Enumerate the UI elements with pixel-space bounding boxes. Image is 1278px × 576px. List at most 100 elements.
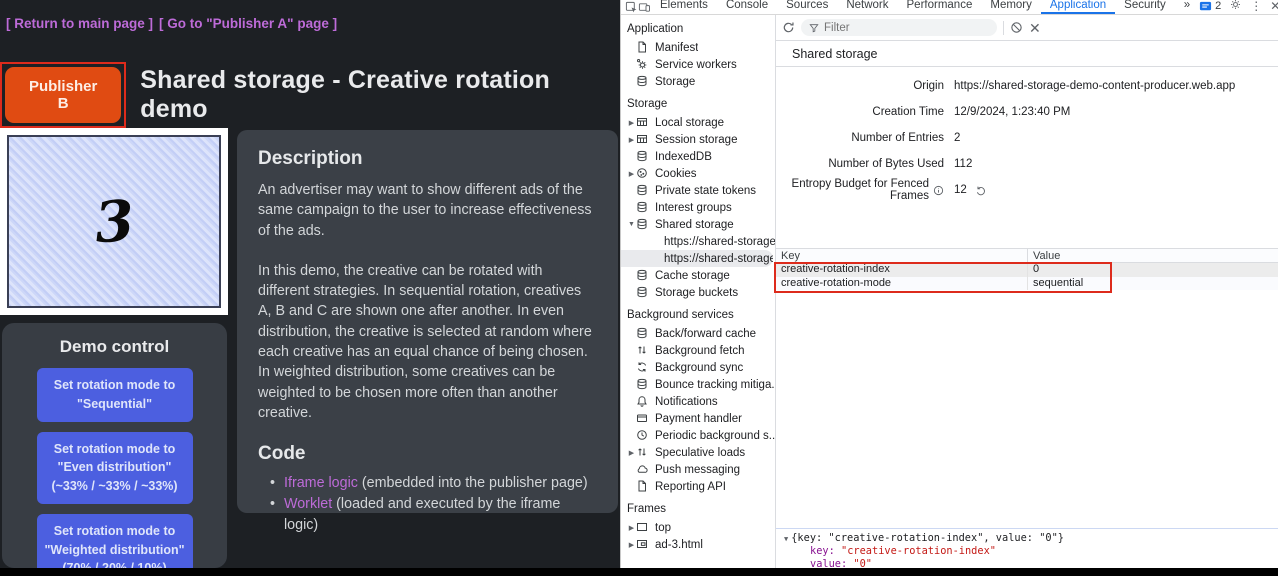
table-icon <box>636 133 649 146</box>
sidebar-item-bounce-tracking-mitiga[interactable]: Bounce tracking mitiga... <box>621 376 775 393</box>
meta-value: 12/9/2024, 1:23:40 PM <box>954 106 1070 118</box>
table-row-creative-rotation-index[interactable]: creative-rotation-index0 <box>776 263 1278 277</box>
sidebar-item-speculative-loads[interactable]: ▶Speculative loads <box>621 444 775 461</box>
refresh-icon[interactable] <box>782 21 795 34</box>
sidebar-item-notifications[interactable]: Notifications <box>621 393 775 410</box>
meta-value: 112 <box>954 158 972 170</box>
sidebar-item-service-workers[interactable]: Service workers <box>621 56 775 73</box>
triangle-down-icon[interactable]: ▼ <box>784 535 788 543</box>
sidebar-item-https-shared-storage-d[interactable]: https://shared-storage-d... <box>621 250 773 267</box>
gear-icon <box>636 58 649 71</box>
filter-input[interactable] <box>824 22 989 34</box>
meta-value: https://shared-storage-demo-content-prod… <box>954 80 1235 92</box>
sidebar-item-cache-storage[interactable]: Cache storage <box>621 267 775 284</box>
close-devtools-icon[interactable]: ✕ <box>1270 0 1278 13</box>
sidebar-item-back-forward-cache[interactable]: Back/forward cache <box>621 325 775 342</box>
demo-control-title: Demo control <box>2 337 227 357</box>
sidebar-item-label: Shared storage <box>655 219 734 231</box>
tab-sources[interactable]: Sources <box>777 0 837 14</box>
sidebar-item-ad-3-html[interactable]: ▶ ad-3.html <box>621 536 775 553</box>
sidebar-section-background-services: Background services <box>621 301 775 325</box>
kebab-menu-icon[interactable]: ⋮ <box>1250 0 1262 13</box>
sidebar-item-interest-groups[interactable]: Interest groups <box>621 199 775 216</box>
tab-application[interactable]: Application <box>1041 0 1115 14</box>
sidebar-item-reporting-api[interactable]: Reporting API <box>621 478 775 495</box>
sidebar-section-storage: Storage <box>621 90 775 114</box>
publisher-demo-page: [ Return to main page ] [ Go to "Publishe… <box>0 0 620 576</box>
chevron-right-icon[interactable]: ▶ <box>627 170 636 178</box>
preview-summary-line[interactable]: ▼{key: "creative-rotation-index", value:… <box>784 532 1278 545</box>
tab-console[interactable]: Console <box>717 0 777 14</box>
sidebar-item-shared-storage[interactable]: ▼ Shared storage <box>621 216 775 233</box>
sidebar-item-indexeddb[interactable]: IndexedDB <box>621 148 775 165</box>
sidebar-item-cookies[interactable]: ▶Cookies <box>621 165 775 182</box>
tab-performance[interactable]: Performance <box>898 0 982 14</box>
description-paragraph-2: In this demo, the creative can be rotate… <box>258 261 597 423</box>
delete-selected-icon[interactable]: ✕ <box>1029 21 1041 35</box>
tab-security[interactable]: Security <box>1115 0 1175 14</box>
device-toolbar-icon[interactable] <box>638 0 651 14</box>
tab-elements[interactable]: Elements <box>651 0 717 14</box>
column-header-value[interactable]: Value <box>1028 249 1278 262</box>
cell-key: creative-rotation-mode <box>776 277 1028 291</box>
sidebar-item-push-messaging[interactable]: Push messaging <box>621 461 775 478</box>
chevron-right-icon[interactable]: ▶ <box>627 136 636 144</box>
info-icon[interactable] <box>933 185 944 196</box>
sidebar-item-background-fetch[interactable]: Background fetch <box>621 342 775 359</box>
preview-summary: {key: "creative-rotation-index", value: … <box>791 532 1064 544</box>
console-messages-badge[interactable]: 2 <box>1199 0 1221 13</box>
tab-memory[interactable]: Memory <box>981 0 1041 14</box>
sidebar-item-label: Background fetch <box>655 345 745 357</box>
meta-label: Number of Bytes Used <box>776 158 944 170</box>
chevron-down-icon[interactable]: ▼ <box>627 221 636 228</box>
code-link-worklet[interactable]: Worklet <box>284 496 332 512</box>
sync-icon <box>636 361 649 374</box>
db-icon <box>636 184 649 197</box>
preview-prop-key: key: "creative-rotation-index" <box>784 545 1278 557</box>
code-bullet-worklet: Worklet (loaded and executed by the ifra… <box>284 494 597 535</box>
sidebar-item-label: Storage buckets <box>655 287 738 299</box>
chevron-right-icon[interactable]: ▶ <box>627 119 636 127</box>
sidebar-item-background-sync[interactable]: Background sync <box>621 359 775 376</box>
sidebar-section-application: Application <box>621 21 775 39</box>
message-icon <box>1199 0 1212 13</box>
sidebar-item-session-storage[interactable]: ▶Session storage <box>621 131 775 148</box>
set-rotation-mode-button-3[interactable]: Set rotation mode to "Weighted distribut… <box>37 514 193 576</box>
filter-box[interactable] <box>801 19 997 36</box>
sidebar-item-label: Background sync <box>655 362 743 374</box>
publisher-annotation-box: Publisher B <box>0 62 126 128</box>
chevron-right-icon[interactable]: ▶ <box>627 449 636 457</box>
sidebar-item-top[interactable]: ▶top <box>621 519 775 536</box>
metadata-section: Originhttps://shared-storage-demo-conten… <box>776 67 1278 248</box>
inspect-element-icon[interactable] <box>625 0 638 14</box>
sidebar-item-payment-handler[interactable]: Payment handler <box>621 410 775 427</box>
reset-budget-icon[interactable] <box>975 185 986 196</box>
table-rows: creative-rotation-index0creative-rotatio… <box>776 263 1278 290</box>
code-link-iframe-logic[interactable]: Iframe logic <box>284 475 358 491</box>
block-clear-icon[interactable] <box>1010 21 1023 34</box>
sidebar-item-label: Manifest <box>655 42 698 54</box>
creative-ad-frame: 3 <box>0 128 228 315</box>
settings-gear-icon[interactable] <box>1229 0 1242 14</box>
sidebar-item-label: ad-3.html <box>655 539 703 551</box>
sidebar-item-https-shared-storage-d[interactable]: https://shared-storage-d... <box>621 233 775 250</box>
chevron-right-icon[interactable]: ▶ <box>627 524 636 532</box>
prop-name: key: <box>810 545 841 557</box>
table-row-creative-rotation-mode[interactable]: creative-rotation-modesequential <box>776 277 1278 291</box>
sidebar-item-private-state-tokens[interactable]: Private state tokens <box>621 182 775 199</box>
tab-network[interactable]: Network <box>837 0 897 14</box>
chevron-right-icon[interactable]: ▶ <box>627 541 636 549</box>
set-rotation-mode-button-1[interactable]: Set rotation mode to "Sequential" <box>37 368 193 422</box>
publisher-b-button[interactable]: Publisher B <box>5 67 121 123</box>
more-tabs-button[interactable]: » <box>1175 0 1199 14</box>
sidebar-item-periodic-background-s[interactable]: Periodic background s... <box>621 427 775 444</box>
set-rotation-mode-button-2[interactable]: Set rotation mode to "Even distribution"… <box>37 432 193 504</box>
column-header-key[interactable]: Key <box>776 249 1028 262</box>
nav-link-go-to-publisher-a-page[interactable]: [ Go to "Publisher A" page ] <box>159 16 337 31</box>
sidebar-item-storage[interactable]: Storage <box>621 73 775 90</box>
sidebar-item-manifest[interactable]: Manifest <box>621 39 775 56</box>
nav-link-return-to-main-page[interactable]: [ Return to main page ] <box>6 16 153 31</box>
sidebar-item-storage-buckets[interactable]: Storage buckets <box>621 284 775 301</box>
top-nav-links: [ Return to main page ] [ Go to "Publishe… <box>6 16 343 31</box>
sidebar-item-local-storage[interactable]: ▶Local storage <box>621 114 775 131</box>
